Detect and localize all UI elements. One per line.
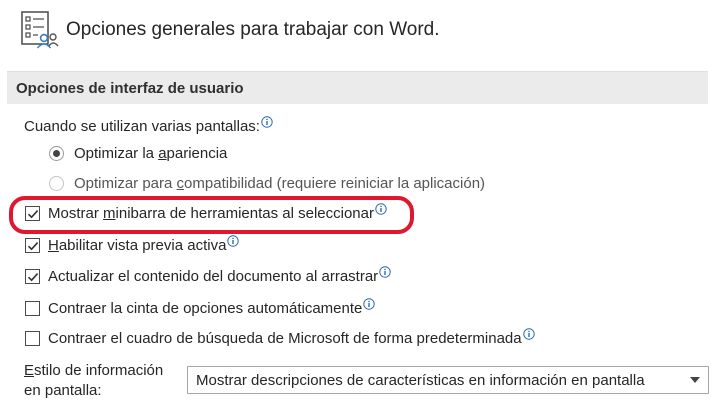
multi-screen-label: Cuando se utilizan varias pantallas: xyxy=(24,118,260,135)
checkbox-collapse-search[interactable] xyxy=(25,331,40,346)
info-icon[interactable] xyxy=(227,234,240,247)
checkbox-label-collapse-ribbon: Contraer la cinta de opciones automática… xyxy=(48,300,363,317)
checkbox-label-mini-toolbar: Mostrar minibarra de herramientas al sel… xyxy=(48,205,374,222)
checkbox-update-drag[interactable] xyxy=(25,269,40,284)
checkmark-icon xyxy=(27,272,38,281)
checkbox-label-collapse-search: Contraer el cuadro de búsqueda de Micros… xyxy=(48,330,522,347)
screentip-style-label: Estilo de información en pantalla: xyxy=(24,361,163,401)
info-icon[interactable] xyxy=(375,202,387,215)
checkbox-row-collapse-search[interactable]: Contraer el cuadro de búsqueda de Micros… xyxy=(25,327,535,347)
radio-label-appearance: Optimizar la apariencia xyxy=(74,145,228,162)
section-title: Opciones de interfaz de usuario xyxy=(16,79,244,97)
radio-button-appearance[interactable] xyxy=(49,146,64,161)
checkbox-label-update-drag: Actualizar el contenido del documento al… xyxy=(48,268,379,285)
info-icon[interactable] xyxy=(363,297,376,310)
chevron-down-icon[interactable] xyxy=(690,377,700,383)
checkbox-row-mini-toolbar[interactable]: Mostrar minibarra de herramientas al sel… xyxy=(25,202,387,222)
checkbox-live-preview[interactable] xyxy=(25,238,40,253)
screentip-style-select[interactable]: Mostrar descripciones de características… xyxy=(187,366,709,394)
section-header-ui-options: Opciones de interfaz de usuario xyxy=(7,71,708,104)
radio-optimize-compatibility[interactable]: Optimizar para compatibilidad (requiere … xyxy=(49,175,485,192)
page-title: Opciones generales para trabajar con Wor… xyxy=(66,19,440,40)
checkbox-collapse-ribbon[interactable] xyxy=(25,301,40,316)
screentip-selected-value: Mostrar descripciones de características… xyxy=(196,371,645,389)
page-header: Opciones generales para trabajar con Wor… xyxy=(20,8,440,52)
multi-screen-label-row: Cuando se utilizan varias pantallas: xyxy=(24,115,273,135)
options-list-icon xyxy=(21,11,59,49)
checkbox-row-update-drag[interactable]: Actualizar el contenido del documento al… xyxy=(25,265,391,285)
radio-optimize-appearance[interactable]: Optimizar la apariencia xyxy=(49,145,227,162)
checkbox-mini-toolbar[interactable] xyxy=(25,206,40,221)
radio-button-compatibility[interactable] xyxy=(49,176,64,191)
info-icon[interactable] xyxy=(379,265,391,278)
checkbox-row-live-preview[interactable]: Habilitar vista previa activa xyxy=(25,234,240,254)
info-icon[interactable] xyxy=(522,327,535,340)
checkbox-row-collapse-ribbon[interactable]: Contraer la cinta de opciones automática… xyxy=(25,297,376,317)
radio-label-compatibility: Optimizar para compatibilidad (requiere … xyxy=(74,175,486,192)
screentip-label-line1: Estilo de información xyxy=(24,362,164,379)
screentip-label-line2: en pantalla: xyxy=(24,382,102,399)
checkmark-icon xyxy=(27,209,38,218)
checkbox-label-live-preview: Habilitar vista previa activa xyxy=(48,237,227,254)
checkmark-icon xyxy=(27,241,38,250)
info-icon[interactable] xyxy=(261,115,273,128)
